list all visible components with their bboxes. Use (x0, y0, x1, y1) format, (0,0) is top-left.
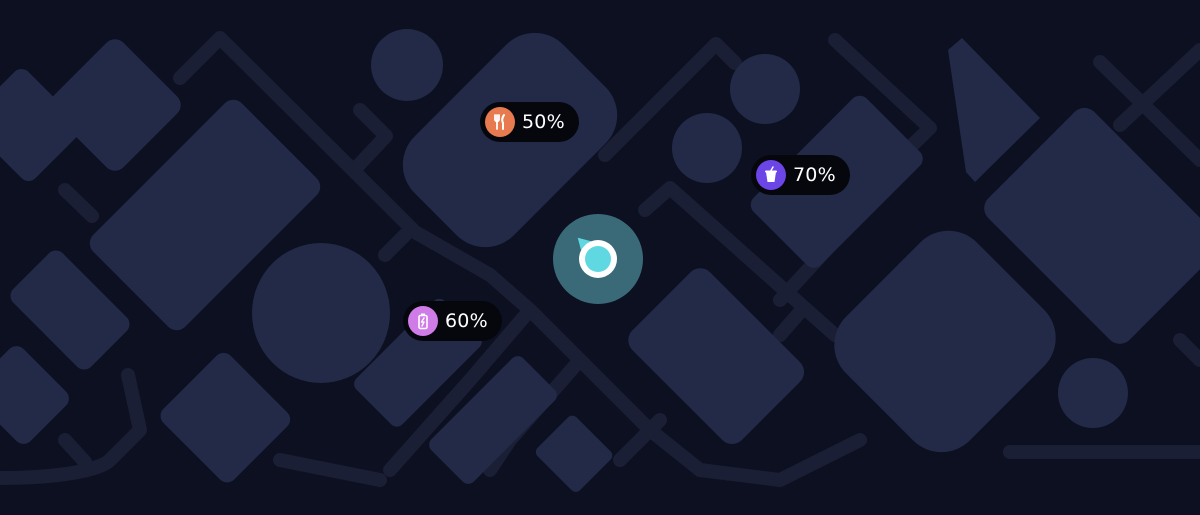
map-canvas[interactable]: 50% 70% 60% (0, 0, 1200, 515)
restaurant-pin[interactable]: 50% (480, 102, 579, 142)
cup-icon (756, 160, 786, 190)
location-dot-icon (585, 246, 611, 272)
battery-icon (408, 306, 438, 336)
fork-knife-icon (485, 107, 515, 137)
restaurant-pin-label: 50% (522, 111, 565, 133)
drinks-pin[interactable]: 70% (751, 155, 850, 195)
battery-pin-label: 60% (445, 310, 488, 332)
battery-pin[interactable]: 60% (403, 301, 502, 341)
current-location-marker[interactable] (553, 214, 643, 304)
drinks-pin-label: 70% (793, 164, 836, 186)
location-dot-ring (579, 240, 617, 278)
